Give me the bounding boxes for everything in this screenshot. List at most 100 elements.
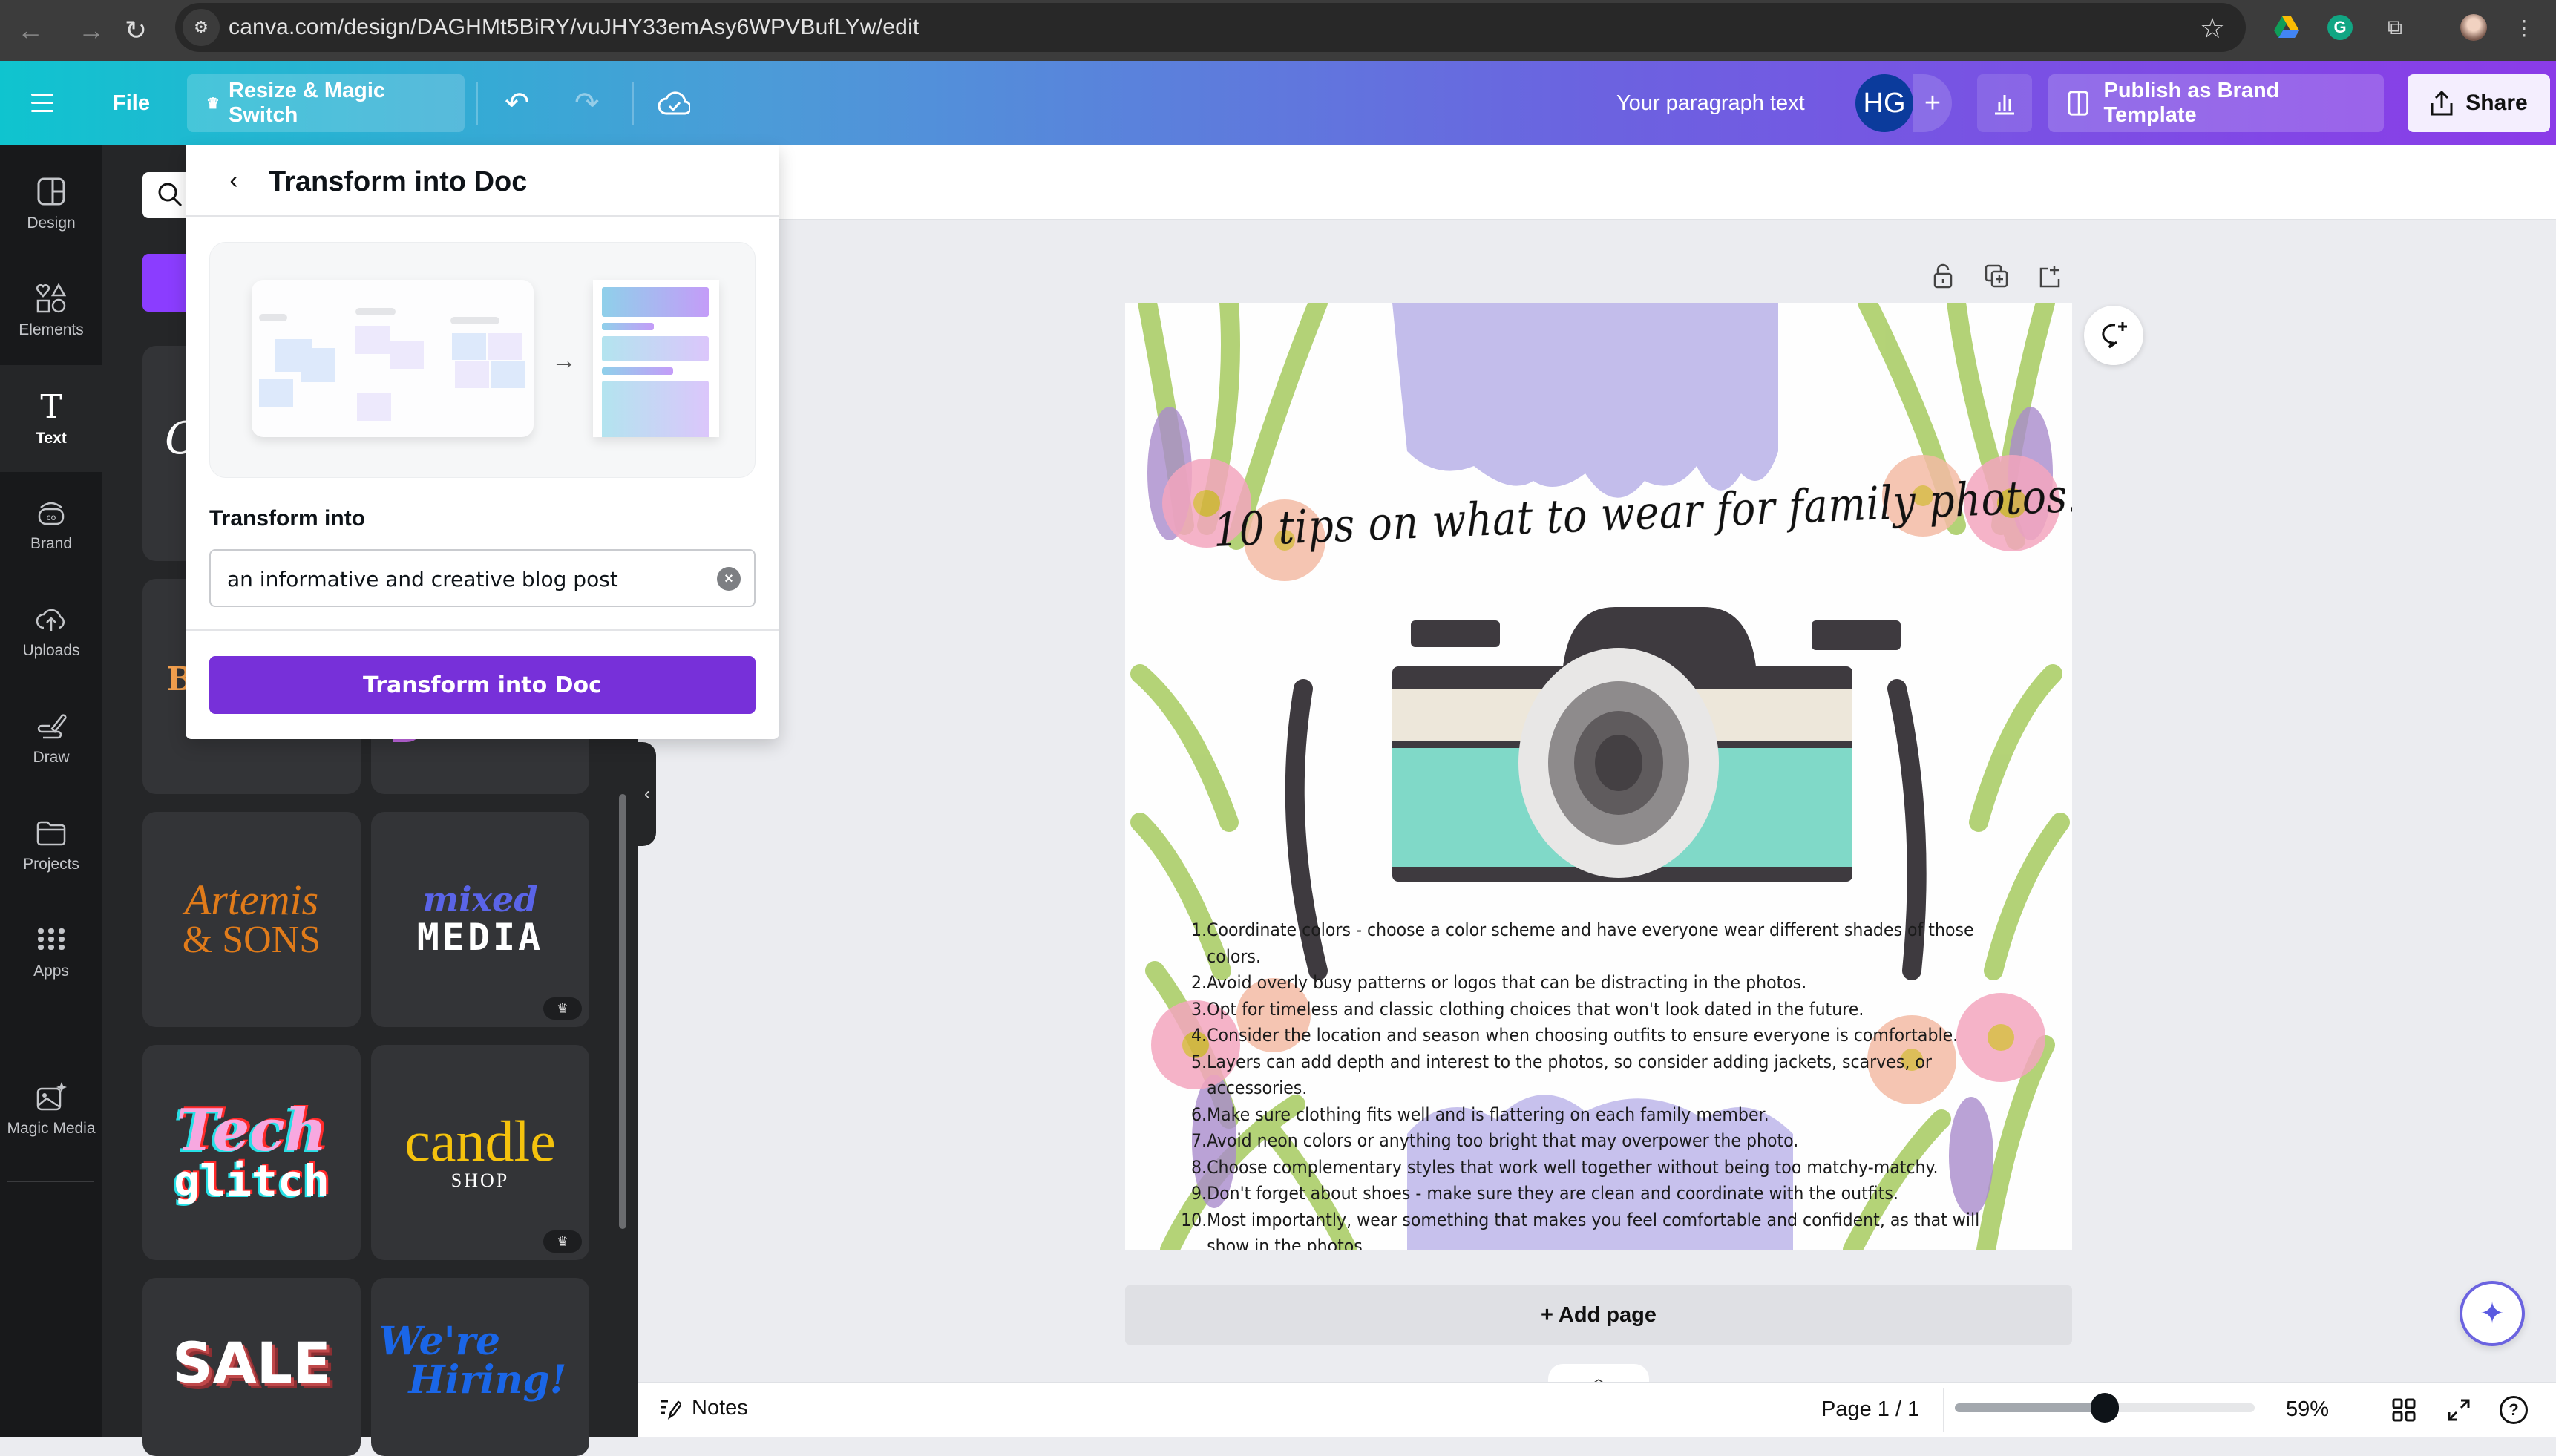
lock-icon[interactable] [1927, 260, 1959, 292]
text-style-card-hiring[interactable]: We're Hiring! [371, 1278, 589, 1456]
transform-into-field[interactable]: × [209, 549, 756, 607]
collaborator-avatar[interactable]: HG [1855, 74, 1913, 132]
google-drive-icon[interactable] [2271, 12, 2302, 43]
transform-into-label: Transform into [209, 506, 366, 531]
rail-item-apps[interactable]: Apps [0, 899, 102, 1003]
transform-into-doc-dialog: ‹ Transform into Doc → Transform into an… [186, 145, 779, 739]
sparkle-icon[interactable]: ✦ [2460, 1281, 2525, 1346]
card-text: SALE [172, 1330, 331, 1396]
tip-item: 7. Avoid neon colors or anything too brig… [1191, 1130, 1799, 1151]
arrow-right-icon: → [551, 347, 577, 375]
design-layout-icon [34, 174, 68, 209]
camera-illustration [1285, 607, 1927, 980]
bar-chart-icon[interactable] [1977, 74, 2032, 132]
zoom-percentage[interactable]: 59% [2286, 1397, 2329, 1422]
share-upload-icon [2431, 90, 2453, 116]
text-style-card-tech-glitch[interactable]: Tech glitch [142, 1045, 361, 1260]
clear-x-icon[interactable]: × [717, 567, 741, 591]
left-rail: Design Elements T Text co Brand Uploads … [0, 145, 102, 1437]
whiteboard-preview [252, 280, 534, 437]
tip-item: 10. Most importantly, wear something that… [1181, 1209, 1980, 1250]
premium-crown-icon: ♛ [543, 1230, 582, 1253]
rail-item-uploads[interactable]: Uploads [0, 579, 102, 683]
zoom-slider-thumb[interactable] [2091, 1393, 2119, 1423]
share-button[interactable]: Share [2408, 74, 2550, 132]
resize-magic-switch-button[interactable]: ♛ Resize & Magic Switch [187, 74, 465, 132]
text-t-icon: T [40, 387, 62, 426]
text-style-card-candle[interactable]: candle SHOP ♛ [371, 1045, 589, 1260]
zoom-slider-fill [1955, 1403, 2105, 1412]
duplicate-page-icon[interactable] [1980, 260, 2013, 292]
undo-icon[interactable]: ↶ [505, 74, 530, 132]
tip-item: 4. Consider the location and season when … [1191, 1025, 1959, 1046]
brand-icon: co [34, 495, 68, 529]
url-text[interactable]: canva.com/design/DAGHMt5BiRY/vuJHY33emAs… [229, 15, 919, 40]
file-menu-button[interactable]: File [113, 74, 150, 132]
cloud-upload-icon [34, 602, 68, 636]
add-page-icon[interactable] [2034, 260, 2066, 292]
transform-into-doc-button[interactable]: Transform into Doc [209, 656, 756, 714]
svg-text:co: co [47, 512, 56, 522]
rail-label: Draw [33, 749, 70, 766]
fullscreen-icon[interactable] [2442, 1393, 2476, 1427]
text-style-card-artemis[interactable]: Artemis & SONS [142, 812, 361, 1027]
redo-icon[interactable]: ↷ [574, 74, 600, 132]
collapse-panel-handle[interactable]: ‹ [638, 742, 656, 846]
card-text: candle [404, 1109, 556, 1173]
forward-arrow-icon[interactable]: → [71, 10, 111, 50]
shapes-icon [34, 281, 68, 315]
template-icon [2068, 91, 2089, 116]
divider [476, 82, 478, 125]
rail-label: Magic Media [7, 1120, 96, 1137]
publish-brand-template-button[interactable]: Publish as Brand Template [2048, 74, 2384, 132]
tip-item: 2. Avoid overly busy patterns or logos th… [1191, 972, 1807, 993]
tip-item: 1. Coordinate colors - choose a color sch… [1191, 919, 1974, 967]
add-page-button[interactable]: + Add page [1125, 1285, 2072, 1345]
rail-item-design[interactable]: Design [0, 151, 102, 255]
rail-item-brand[interactable]: co Brand [0, 472, 102, 576]
card-text: We're [379, 1319, 501, 1364]
design-page[interactable]: 10 tips on what to wear for family photo… [1125, 303, 2072, 1250]
reload-icon[interactable]: ↻ [116, 10, 156, 50]
cloud-check-icon[interactable] [658, 74, 690, 132]
divider [632, 82, 634, 125]
text-style-card-mixed-media[interactable]: mixed MEDIA ♛ [371, 812, 589, 1027]
grid-view-icon[interactable] [2387, 1393, 2421, 1427]
tips-list[interactable]: 1. Coordinate colors - choose a color sch… [1181, 917, 1996, 1250]
back-arrow-icon[interactable]: ← [10, 10, 50, 50]
magic-media-icon [34, 1080, 68, 1114]
dialog-title: Transform into Doc [269, 166, 528, 197]
page-indicator[interactable]: Page 1 / 1 [1821, 1397, 1919, 1422]
rail-item-elements[interactable]: Elements [0, 258, 102, 362]
text-style-card-sale[interactable]: SALE [142, 1278, 361, 1456]
chevron-left-icon: ‹ [644, 784, 650, 804]
notes-button[interactable]: Notes [659, 1396, 748, 1420]
back-chevron-left-icon[interactable]: ‹ [215, 162, 252, 199]
tip-item: 9. Don't forget about shoes - make sure t… [1191, 1183, 1898, 1204]
panel-scrollbar[interactable] [619, 794, 626, 1229]
editor-context-toolbar [638, 145, 2556, 220]
grammarly-icon[interactable]: G [2324, 12, 2356, 43]
zoom-slider[interactable] [1955, 1393, 2255, 1423]
address-bar[interactable]: ⚙ canva.com/design/DAGHMt5BiRY/vuJHY33em… [175, 3, 2246, 52]
hamburger-icon[interactable] [31, 74, 53, 132]
profile-avatar-icon[interactable] [2458, 12, 2489, 43]
share-label: Share [2465, 91, 2528, 115]
rail-item-magic-media[interactable]: Magic Media [0, 1057, 102, 1161]
rail-item-draw[interactable]: Draw [0, 686, 102, 790]
site-settings-icon[interactable]: ⚙ [183, 9, 220, 46]
bookmark-star-icon[interactable]: ☆ [2200, 12, 2225, 45]
more-menu-icon[interactable]: ⋮ [2509, 12, 2540, 43]
bottom-bar: Notes Page 1 / 1 59% ? [638, 1382, 2556, 1437]
card-text: Hiring! [408, 1357, 567, 1403]
card-text: Artemis [184, 876, 319, 924]
rail-item-projects[interactable]: Projects [0, 793, 102, 896]
add-comment-icon[interactable] [2084, 306, 2143, 365]
rail-item-text[interactable]: T Text [0, 365, 102, 472]
help-icon[interactable]: ? [2497, 1393, 2531, 1427]
design-name-text: Your paragraph text [1616, 91, 1805, 115]
extensions-puzzle-icon[interactable]: ⧉ [2379, 12, 2411, 43]
transform-illustration: → [209, 242, 756, 478]
design-name[interactable]: Your paragraph text [1616, 74, 1805, 132]
transform-into-input[interactable] [227, 561, 687, 597]
